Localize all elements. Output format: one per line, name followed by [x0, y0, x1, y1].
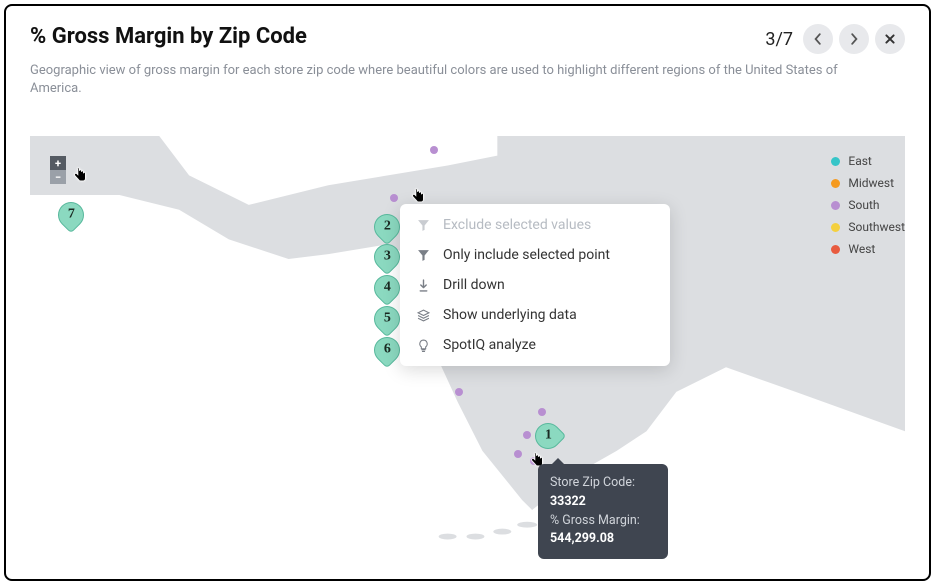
menu-label: Show underlying data: [443, 307, 577, 323]
legend-color-icon: [831, 201, 840, 210]
menu-item-underlying-data[interactable]: Show underlying data: [400, 300, 670, 330]
next-button[interactable]: [839, 24, 869, 54]
tooltip-zip-value: 33322: [550, 493, 656, 512]
pin-number: 6: [384, 342, 391, 358]
menu-label: Only include selected point: [443, 247, 610, 263]
context-menu: Exclude selected values Only include sel…: [400, 204, 670, 366]
data-point[interactable]: [455, 388, 463, 396]
pin-number: 2: [384, 219, 391, 235]
header-controls: 3/7: [765, 24, 905, 54]
legend-label: Southwest: [848, 220, 905, 234]
zoom-control: + −: [50, 156, 66, 184]
data-point[interactable]: [530, 457, 538, 465]
data-point[interactable]: [538, 408, 546, 416]
legend-color-icon: [831, 223, 840, 232]
menu-label: Exclude selected values: [443, 217, 591, 233]
map-area: + − East Midwest So: [30, 136, 905, 569]
page-subtitle: Geographic view of gross margin for each…: [6, 54, 906, 98]
tooltip-margin-value: 544,299.08: [550, 530, 656, 549]
drill-down-icon: [416, 279, 431, 292]
menu-label: Drill down: [443, 277, 505, 293]
layers-icon: [416, 309, 431, 322]
menu-label: SpotIQ analyze: [443, 337, 536, 353]
tooltip-margin-label: % Gross Margin:: [550, 512, 656, 531]
menu-item-spotiq[interactable]: SpotIQ analyze: [400, 330, 670, 360]
close-icon: [884, 33, 896, 45]
filter-icon: [416, 219, 431, 232]
legend-item[interactable]: Midwest: [831, 176, 905, 190]
chevron-left-icon: [812, 33, 824, 45]
legend-color-icon: [831, 157, 840, 166]
menu-item-include[interactable]: Only include selected point: [400, 240, 670, 270]
data-tooltip: Store Zip Code: 33322 % Gross Margin: 54…: [538, 464, 668, 559]
data-point[interactable]: [514, 450, 522, 458]
zoom-out-button[interactable]: −: [50, 170, 66, 184]
legend-label: West: [848, 242, 875, 256]
step-indicator: 3/7: [765, 29, 793, 50]
legend-label: East: [848, 154, 871, 168]
page-title: % Gross Margin by Zip Code: [30, 24, 307, 49]
chevron-right-icon: [848, 33, 860, 45]
legend-item[interactable]: West: [831, 242, 905, 256]
legend-label: South: [848, 198, 879, 212]
pin-number: 1: [545, 428, 552, 444]
lightbulb-icon: [416, 339, 431, 352]
legend-color-icon: [831, 179, 840, 188]
legend: East Midwest South Southwest West: [831, 154, 905, 264]
legend-item[interactable]: East: [831, 154, 905, 168]
pin-number: 5: [384, 311, 391, 327]
legend-item[interactable]: South: [831, 198, 905, 212]
pin-number: 3: [384, 249, 391, 265]
menu-item-drill-down[interactable]: Drill down: [400, 270, 670, 300]
pin-number: 4: [384, 280, 391, 296]
tooltip-zip-label: Store Zip Code:: [550, 474, 656, 493]
data-point[interactable]: [390, 194, 398, 202]
menu-item-exclude: Exclude selected values: [400, 210, 670, 240]
pin-number: 7: [68, 207, 75, 223]
data-point[interactable]: [430, 146, 438, 154]
close-button[interactable]: [875, 24, 905, 54]
legend-item[interactable]: Southwest: [831, 220, 905, 234]
legend-color-icon: [831, 245, 840, 254]
filter-icon: [416, 249, 431, 262]
zoom-in-button[interactable]: +: [50, 156, 66, 170]
data-point[interactable]: [523, 431, 531, 439]
prev-button[interactable]: [803, 24, 833, 54]
legend-label: Midwest: [848, 176, 894, 190]
